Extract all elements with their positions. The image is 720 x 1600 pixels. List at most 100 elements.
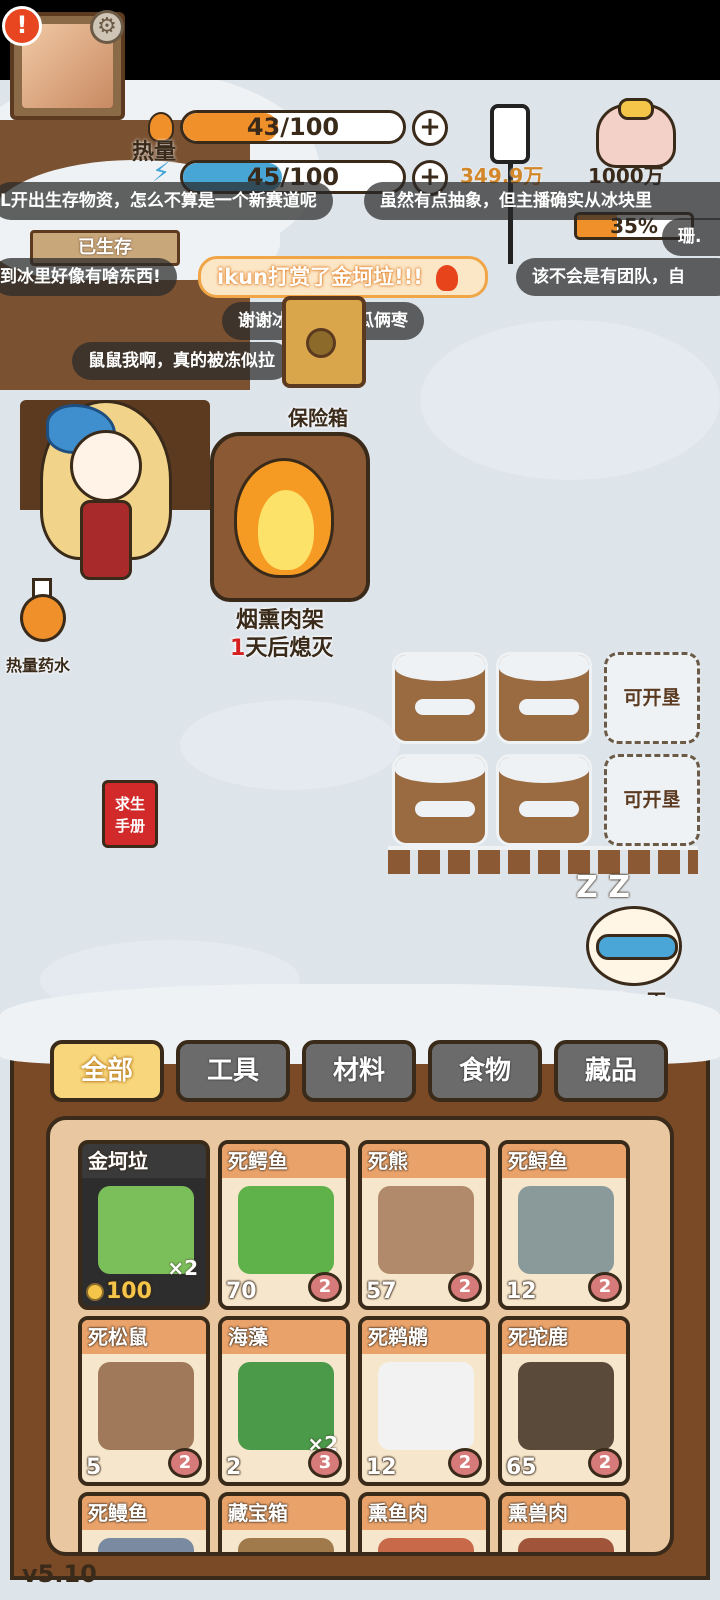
manual-line-2: 手册: [114, 817, 145, 835]
item-name: 海藻: [222, 1320, 346, 1354]
smoker-days: 1: [230, 636, 246, 661]
inventory-item[interactable]: 海藻 ×2 2 3: [218, 1316, 350, 1486]
item-name: 死松鼠: [82, 1320, 206, 1354]
heat-plus-button[interactable]: +: [412, 110, 448, 146]
safe-box[interactable]: [282, 296, 366, 388]
gear-icon[interactable]: ⚙: [90, 10, 124, 44]
item-count-value: 70: [226, 1279, 257, 1304]
farm-plot[interactable]: [392, 754, 488, 846]
item-art-icon: [238, 1538, 334, 1552]
inventory-item[interactable]: 金坷垃 ×2 100: [78, 1140, 210, 1310]
item-count: 100: [86, 1279, 152, 1304]
sleep-mask-icon: [596, 934, 678, 960]
character-face: [70, 430, 142, 502]
character-body: [80, 500, 132, 580]
item-count-value: 100: [106, 1279, 152, 1304]
item-count-value: 5: [86, 1455, 102, 1480]
item-count: 57: [366, 1279, 397, 1304]
inventory-item[interactable]: 熏兽肉: [498, 1492, 630, 1552]
item-badge: 2: [448, 1448, 482, 1478]
item-quantity: ×2: [167, 1256, 198, 1280]
inventory-item[interactable]: 死熊 57 2: [358, 1140, 490, 1310]
item-art-icon: [378, 1186, 474, 1274]
item-name: 熏鱼肉: [362, 1496, 486, 1530]
locked-plot[interactable]: 可开垦: [604, 652, 700, 744]
item-badge: 2: [308, 1272, 342, 1302]
potion-label: 热量药水: [6, 656, 71, 675]
tab-tools[interactable]: 工具: [176, 1040, 290, 1102]
farm-plot[interactable]: [496, 652, 592, 744]
item-name: 死鲟鱼: [502, 1144, 626, 1178]
inventory-item[interactable]: 藏宝箱: [218, 1492, 350, 1552]
item-badge: 2: [588, 1448, 622, 1478]
item-art-icon: [378, 1362, 474, 1450]
gift-bow-icon: [618, 98, 654, 120]
item-name: 熏兽肉: [502, 1496, 626, 1530]
item-art-icon: [238, 1186, 334, 1274]
smoker-days-text: 天后熄灭: [245, 636, 334, 661]
item-name: 死鳄鱼: [222, 1144, 346, 1178]
item-art-icon: [518, 1538, 614, 1552]
inventory-item[interactable]: 死鹈鹕 12 2: [358, 1316, 490, 1486]
locked-plot[interactable]: 可开垦: [604, 754, 700, 846]
inventory-item[interactable]: 死鲟鱼 12 2: [498, 1140, 630, 1310]
coin-icon: [86, 1283, 104, 1301]
farm-plot[interactable]: [392, 652, 488, 744]
inventory-item[interactable]: 死驼鹿 65 2: [498, 1316, 630, 1486]
item-badge: 2: [168, 1448, 202, 1478]
item-art-icon: [98, 1362, 194, 1450]
tab-food[interactable]: 食物: [428, 1040, 542, 1102]
safe-label: 保险箱: [288, 406, 348, 430]
farm-plot[interactable]: [496, 754, 592, 846]
danmaku-message: 鼠鼠我啊，真的被冻似拉: [72, 342, 291, 380]
danmaku-message: L开出生存物资，怎么不算是一个新赛道呢: [0, 182, 333, 220]
inventory-item[interactable]: 熏鱼肉: [358, 1492, 490, 1552]
item-name: 死熊: [362, 1144, 486, 1178]
fire-icon: [436, 265, 459, 291]
smoker-timer: 1天后熄灭: [230, 630, 333, 662]
gift-message: ikun打赏了金坷垃!!!: [198, 256, 488, 298]
item-badge: 2: [588, 1272, 622, 1302]
item-art-icon: [518, 1186, 614, 1274]
fire-core: [258, 490, 314, 570]
sleep-zzz-icon: Z Z: [576, 870, 630, 905]
tab-all[interactable]: 全部: [50, 1040, 164, 1102]
item-count: 65: [506, 1455, 537, 1480]
inventory-grid: 金坷垃 ×2 100 死鳄鱼 70 2 死熊 57 2 死鲟鱼 12 2 死松鼠 5 2 海藻 ×2 2 3 死鹈鹕 1…: [46, 1116, 674, 1556]
heat-potion-icon[interactable]: [20, 594, 66, 642]
tab-collectibles[interactable]: 藏品: [554, 1040, 668, 1102]
item-count-value: 12: [506, 1279, 537, 1304]
item-count: 5: [86, 1455, 101, 1480]
item-count: 70: [226, 1279, 257, 1304]
survival-manual-button[interactable]: 求生 手册: [102, 780, 158, 848]
danmaku-message: 珊.: [662, 218, 720, 256]
manual-line-1: 求生: [114, 795, 145, 813]
item-name: 死鳗鱼: [82, 1496, 206, 1530]
fence: [388, 846, 698, 874]
item-count-value: 57: [366, 1279, 397, 1304]
item-name: 死鹈鹕: [362, 1320, 486, 1354]
inventory-item[interactable]: 死松鼠 5 2: [78, 1316, 210, 1486]
danmaku-message: 到冰里好像有啥东西!: [0, 258, 177, 296]
item-count: 12: [366, 1455, 397, 1480]
item-count-value: 65: [506, 1455, 537, 1480]
item-art-icon: [378, 1538, 474, 1552]
item-badge: 3: [308, 1448, 342, 1478]
item-art-icon: [518, 1362, 614, 1450]
inventory-item[interactable]: 死鳄鱼 70 2: [218, 1140, 350, 1310]
version-label: v5.10: [22, 1560, 97, 1588]
safe-knob-icon: [306, 328, 336, 358]
item-count: 2: [226, 1455, 241, 1480]
item-count: 12: [506, 1279, 537, 1304]
gift-message-text: ikun打赏了金坷垃!!!: [217, 265, 423, 289]
danmaku-message: 该不会是有团队，自: [516, 258, 720, 296]
danmaku-message: 虽然有点抽象，但主播确实从冰块里: [364, 182, 720, 220]
alert-icon[interactable]: !: [2, 6, 42, 46]
item-count-value: 12: [366, 1455, 397, 1480]
inventory-item[interactable]: 死鳗鱼: [78, 1492, 210, 1552]
item-badge: 2: [448, 1272, 482, 1302]
item-name: 金坷垃: [82, 1144, 206, 1178]
tab-materials[interactable]: 材料: [302, 1040, 416, 1102]
phone-icon[interactable]: [490, 104, 530, 164]
heat-value: 43/100: [246, 113, 340, 141]
